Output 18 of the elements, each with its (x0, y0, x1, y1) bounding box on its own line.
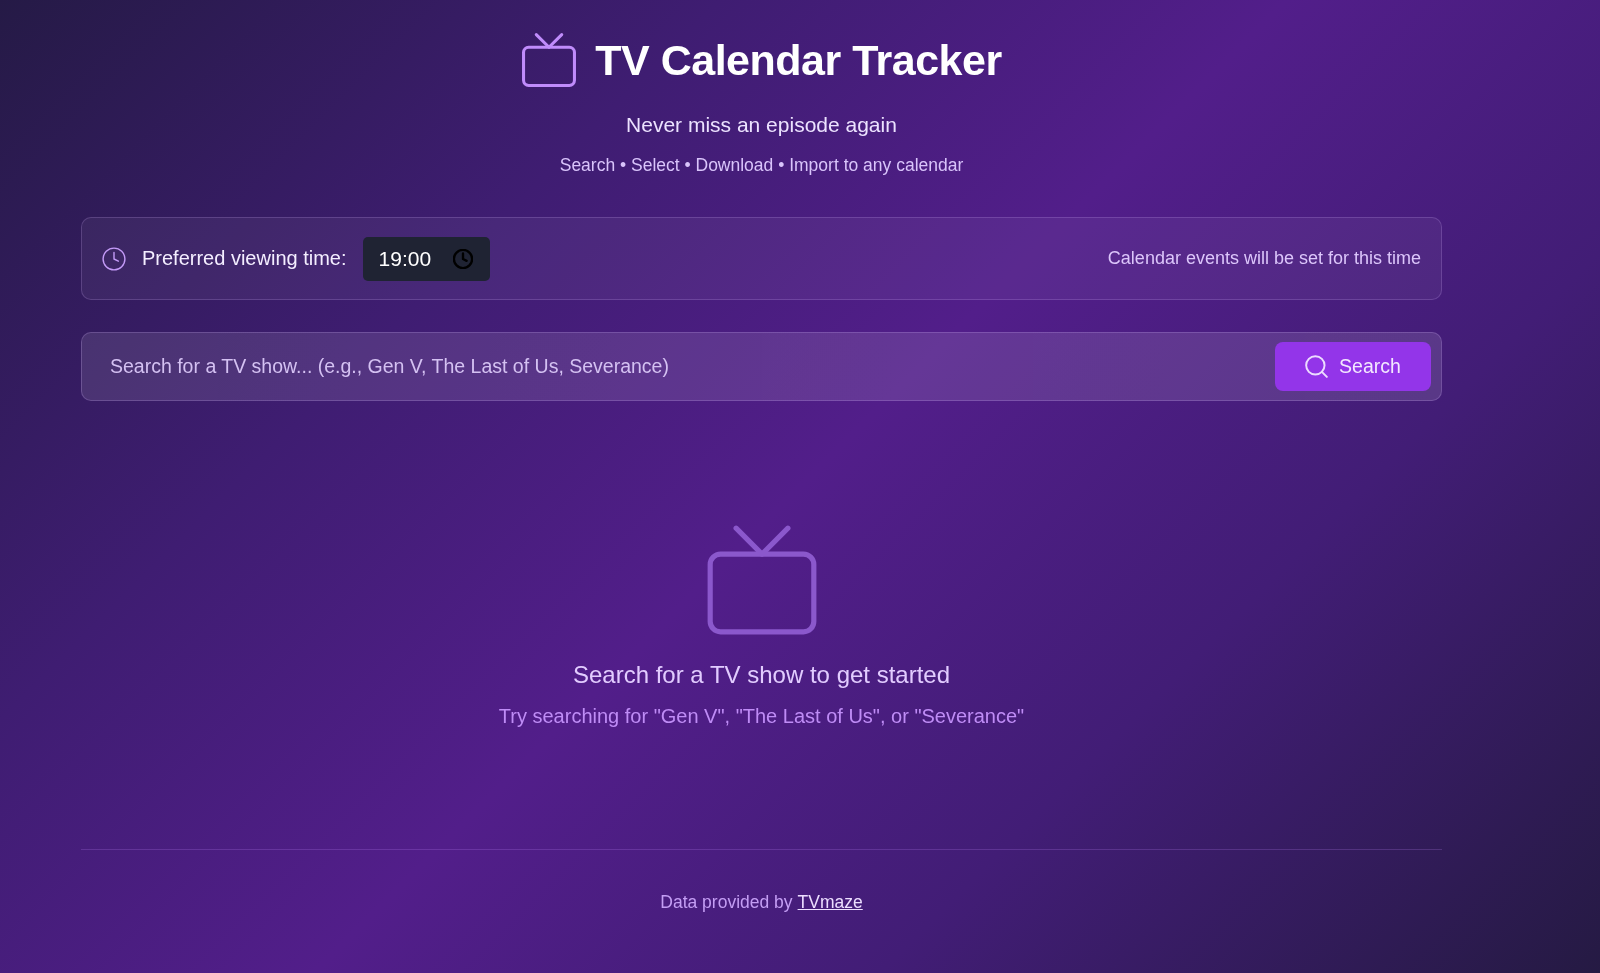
search-bar[interactable]: Search for a TV show... (e.g., Gen V, The Last of Us, Severance) Search (81, 332, 1442, 401)
tagline: Never miss an episode again (625, 112, 898, 138)
search-input[interactable]: Search for a TV show... (e.g., Gen V, The Last of Us, Severance) (82, 333, 1275, 400)
steps-text: Search • Select • Download • Import to any calendar (558, 154, 965, 177)
clock-icon (102, 246, 126, 271)
tvmaze-link[interactable]: TVmaze (797, 890, 863, 914)
search-icon (1305, 355, 1329, 378)
viewing-time-note: Calendar events will be set for this time (1107, 248, 1421, 269)
empty-state-hint: Try searching for "Gen V", "The Last of Us", or "Severance" (498, 704, 1025, 729)
empty-state-heading: Search for a TV show to get started (572, 660, 951, 690)
clock-icon (452, 248, 473, 269)
app-title: TV Calendar Tracker (595, 35, 1002, 86)
time-field[interactable]: 19:00 (362, 236, 490, 281)
tv-icon (521, 32, 578, 88)
search-button[interactable]: Search (1275, 342, 1431, 391)
time-input[interactable]: 19:00 (378, 246, 439, 271)
credit-text: Data provided by (660, 891, 793, 914)
viewing-time-label: Preferred viewing time: (142, 247, 347, 270)
